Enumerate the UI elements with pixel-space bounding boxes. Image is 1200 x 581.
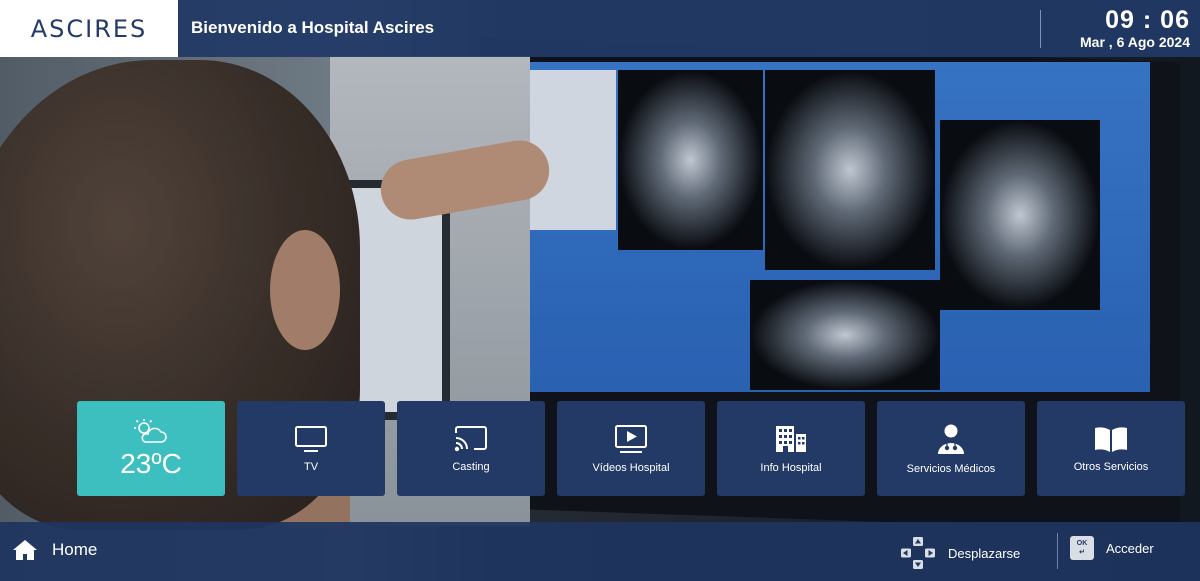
menu-tiles: 23ºC TV Casting Vídeos Hospital Info Hos… (77, 401, 1185, 496)
info-hospital-tile[interactable]: Info Hospital (717, 401, 865, 496)
ok-key-icon: OK ↵ (1070, 536, 1094, 560)
clock-divider (1040, 10, 1041, 48)
home-button[interactable]: Home (12, 539, 97, 561)
logo-text: ASCIRES (30, 14, 148, 43)
weather-tile[interactable]: 23ºC (77, 401, 225, 496)
clock-date: Mar , 6 Ago 2024 (1080, 34, 1190, 50)
navigate-hint-label: Desplazarse (948, 545, 1021, 561)
building-icon (776, 425, 806, 452)
clock: 09 : 06 Mar , 6 Ago 2024 (1080, 6, 1190, 50)
weather-temperature: 23ºC (120, 447, 182, 479)
casting-tile[interactable]: Casting (397, 401, 545, 496)
servicios-medicos-tile[interactable]: Servicios Médicos (877, 401, 1025, 496)
navigate-hint: Desplazarse (900, 536, 1020, 570)
servicios-medicos-tile-label: Servicios Médicos (906, 462, 996, 475)
tv-tile[interactable]: TV (237, 401, 385, 496)
ok-hint: OK ↵ Acceder (1070, 536, 1154, 560)
home-label: Home (52, 540, 98, 559)
partly-cloudy-icon (134, 418, 167, 443)
ok-key-label: OK (1076, 540, 1088, 547)
book-icon (1095, 426, 1127, 452)
play-video-icon (615, 424, 647, 453)
welcome-title: Bienvenido a Hospital Ascires (191, 18, 435, 37)
tv-icon (295, 425, 327, 452)
info-hospital-tile-label: Info Hospital (760, 461, 822, 474)
bottom-bar: Home Desplazarse OK ↵ Acceder (0, 522, 1200, 581)
logo: ASCIRES (0, 0, 178, 57)
footer-divider (1057, 533, 1058, 569)
clock-time: 09 : 06 (1105, 6, 1190, 34)
home-icon (13, 540, 37, 560)
otros-servicios-tile-label: Otros Servicios (1073, 460, 1149, 473)
cast-icon (454, 425, 487, 451)
ok-hint-label: Acceder (1106, 540, 1154, 556)
top-bar: ASCIRES Bienvenido a Hospital Ascires 09… (0, 0, 1200, 57)
tv-tile-label: TV (303, 460, 319, 473)
dpad-icon (901, 537, 935, 569)
casting-tile-label: Casting (452, 460, 490, 473)
doctor-icon (938, 424, 964, 454)
videos-tile-label: Vídeos Hospital (592, 461, 670, 474)
otros-servicios-tile[interactable]: Otros Servicios (1037, 401, 1185, 496)
videos-tile[interactable]: Vídeos Hospital (557, 401, 705, 496)
